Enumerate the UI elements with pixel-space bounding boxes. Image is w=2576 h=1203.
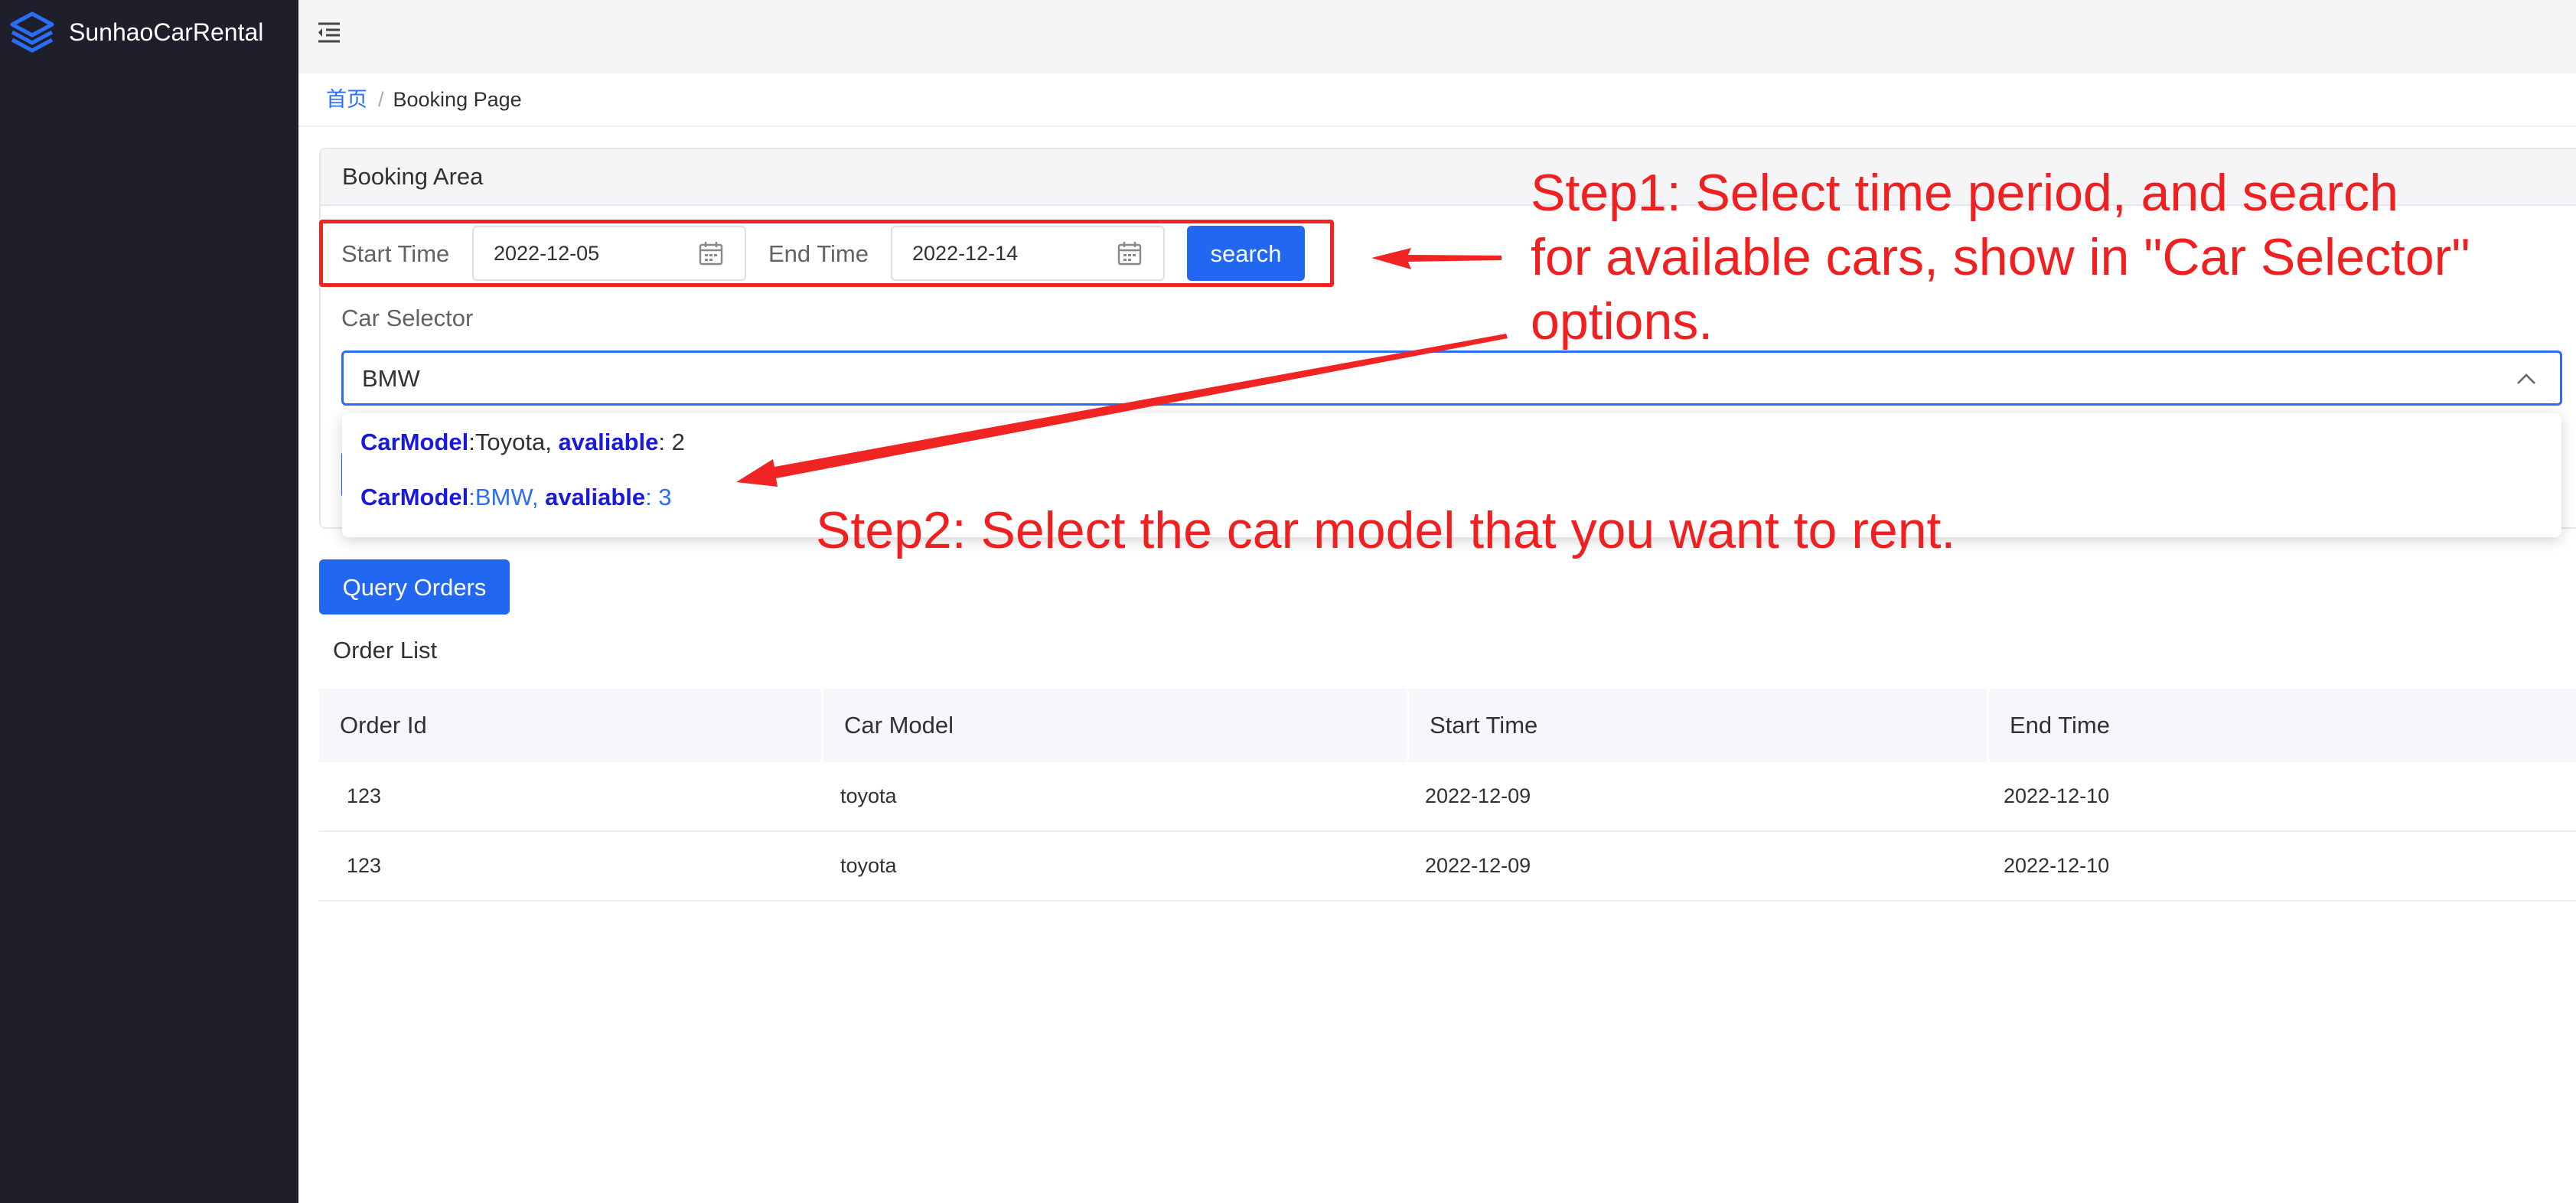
header-divider: [298, 126, 2576, 127]
cell-car-model: toyota: [840, 784, 897, 807]
cell-order-id: 123: [347, 784, 382, 807]
option-count: : 3: [645, 484, 672, 510]
cell-order-id: 123: [347, 854, 382, 877]
column-header-end-time: End Time: [2010, 712, 2110, 738]
car-option-toyota[interactable]: CarModel:Toyota, avaliable: 2: [360, 425, 685, 459]
top-header: [298, 0, 2576, 73]
menu-fold-icon[interactable]: [314, 17, 344, 47]
step1-line: options.: [1531, 292, 1714, 350]
column-header-start-time: Start Time: [1430, 712, 1538, 738]
table-row: 123 toyota 2022-12-09 2022-12-10: [319, 832, 2576, 901]
cell-start-time: 2022-12-09: [1425, 854, 1531, 877]
step2-annotation: Step2: Select the car model that you wan…: [816, 501, 1956, 559]
order-list-title: Order List: [333, 637, 438, 663]
table-row: 123 toyota 2022-12-09 2022-12-10: [319, 762, 2576, 832]
option-count: : 2: [658, 429, 685, 455]
step1-line: Step1: Select time period, and search: [1531, 164, 2398, 222]
option-key-carmodel: CarModel: [360, 484, 469, 510]
option-model: :Toyota,: [468, 429, 559, 455]
column-header-car-model: Car Model: [844, 712, 954, 738]
query-orders-button[interactable]: Query Orders: [319, 559, 510, 615]
column-header-order-id: Order Id: [340, 712, 427, 738]
sidebar: SunhaoCarRental: [0, 0, 298, 1203]
car-selector-dropdown[interactable]: BMW: [341, 350, 2562, 406]
table-header: Order Id Car Model Start Time End Time: [319, 689, 2576, 762]
layers-logo-icon: [10, 11, 54, 53]
breadcrumb-current: Booking Page: [393, 88, 522, 111]
cell-end-time: 2022-12-10: [2004, 854, 2110, 877]
option-key-available: avaliable: [545, 484, 646, 510]
car-option-bmw[interactable]: CarModel:BMW, avaliable: 3: [360, 481, 672, 514]
breadcrumb: 首页 / Booking Page: [326, 83, 522, 116]
car-selector-label: Car Selector: [341, 305, 474, 331]
breadcrumb-home-link[interactable]: 首页: [326, 88, 367, 111]
cell-end-time: 2022-12-10: [2004, 784, 2110, 807]
cell-start-time: 2022-12-09: [1425, 784, 1531, 807]
step1-line: for available cars, show in "Car Selecto…: [1531, 228, 2470, 286]
option-key-available: avaliable: [558, 429, 659, 455]
car-selector-value: BMW: [362, 365, 420, 392]
chevron-up-icon: [2517, 373, 2535, 384]
option-key-carmodel: CarModel: [360, 429, 469, 455]
cell-car-model: toyota: [840, 854, 897, 877]
step1-highlight-box: [319, 220, 1334, 287]
breadcrumb-separator: /: [378, 88, 384, 111]
app-title: SunhaoCarRental: [69, 18, 264, 46]
booking-area-title: Booking Area: [342, 163, 484, 190]
step1-annotation: Step1: Select time period, and search fo…: [1531, 161, 2470, 354]
option-model: :BMW,: [468, 484, 546, 510]
